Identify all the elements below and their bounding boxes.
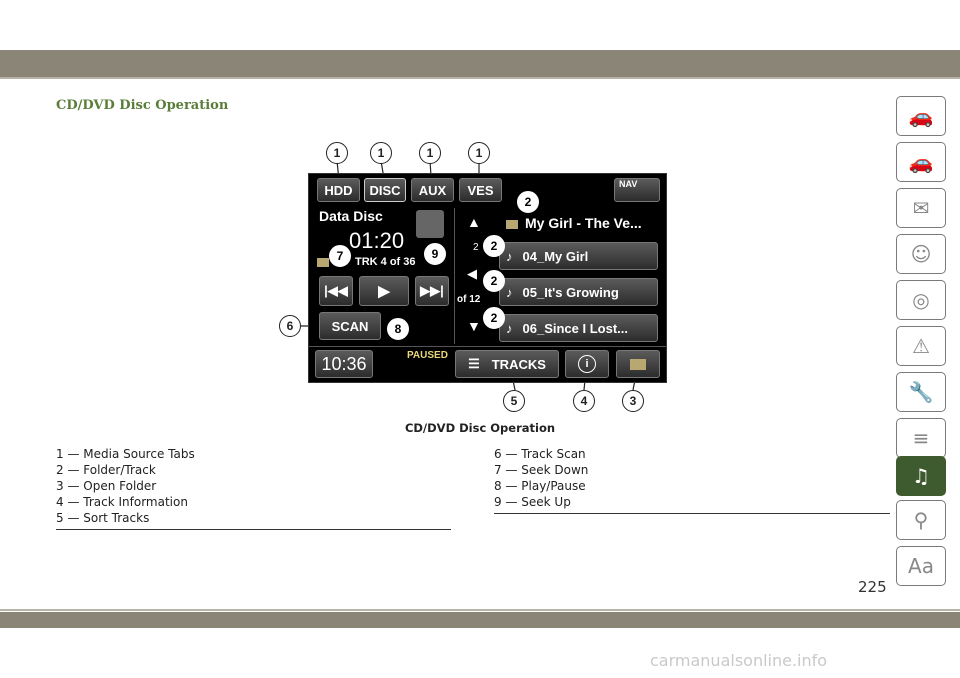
callout-1c: 1 (419, 142, 441, 164)
back-folder-icon[interactable]: ◀ (467, 266, 477, 282)
tracks-button[interactable]: ☰ TRACKS (455, 350, 559, 378)
tab-hdd[interactable]: HDD (317, 178, 360, 202)
callout-4: 4 (573, 390, 595, 412)
callout-1a: 1 (326, 142, 348, 164)
tab-disc[interactable]: DISC (364, 178, 406, 202)
track-name: 05_It's Growing (522, 284, 619, 300)
scroll-down-icon[interactable]: ▼ (467, 318, 481, 334)
legend-item: 3 — Open Folder (56, 479, 157, 493)
callout-2d: 2 (483, 307, 505, 329)
legend-item: 6 — Track Scan (494, 447, 586, 461)
legend-item: 2 — Folder/Track (56, 463, 156, 477)
play-pause-button[interactable]: ▶ (359, 276, 409, 306)
callout-7: 7 (329, 245, 351, 267)
legend-left-rule (56, 529, 451, 530)
play-icon: ▶ (378, 283, 390, 300)
track-name: 04_My Girl (522, 248, 589, 264)
car-info-icon[interactable]: 🚗 (896, 96, 946, 136)
callout-1b: 1 (370, 142, 392, 164)
legend-right: 6 — Track Scan 7 — Seek Down 8 — Play/Pa… (494, 446, 588, 510)
callout-2c: 2 (483, 270, 505, 292)
clock[interactable]: 10:36 (315, 350, 373, 378)
track-info: TRK 4 of 36 (355, 256, 416, 268)
status-label: PAUSED (407, 350, 448, 361)
folder-small-icon (317, 258, 329, 267)
seek-down-icon: |◀◀ (324, 283, 348, 298)
list-icon: ☰ (468, 356, 480, 371)
seek-up-button[interactable]: ▶▶| (415, 276, 449, 306)
tab-aux[interactable]: AUX (411, 178, 454, 202)
music-note-icon: ♪ (506, 284, 513, 300)
legend-right-rule (494, 513, 890, 514)
callout-3: 3 (622, 390, 644, 412)
disc-art-icon (416, 210, 444, 238)
legend-item: 5 — Sort Tracks (56, 511, 150, 525)
search-icon[interactable]: ⚲ (896, 500, 946, 540)
info-icon: i (578, 355, 596, 373)
elapsed-time: 01:20 (349, 228, 405, 253)
emergency-icon[interactable]: ⚠ (896, 326, 946, 366)
open-folder-icon (630, 358, 646, 370)
specs-icon[interactable]: ≡ (896, 418, 946, 458)
legend-item: 4 — Track Information (56, 495, 188, 509)
legend-item: 9 — Seek Up (494, 495, 571, 509)
driving-icon[interactable]: ☺ (896, 234, 946, 274)
open-folder-button[interactable] (616, 350, 660, 378)
seek-down-button[interactable]: |◀◀ (319, 276, 353, 306)
bottom-bar (309, 346, 666, 347)
callout-2b: 2 (483, 235, 505, 257)
music-note-icon: ♪ (506, 248, 513, 264)
callout-1d: 1 (468, 142, 490, 164)
track-name: 06_Since I Lost... (522, 320, 629, 336)
callout-2a: 2 (517, 191, 539, 213)
scroll-up-icon[interactable]: ▲ (467, 214, 481, 230)
footer-band (0, 612, 960, 628)
folder-icon (506, 220, 518, 229)
maintenance-icon[interactable]: 🔧 (896, 372, 946, 412)
warning-lights-icon[interactable]: 🚗 (896, 142, 946, 182)
folder-number: 2 (473, 242, 479, 253)
legend-item: 7 — Seek Down (494, 463, 589, 477)
legend-item: 1 — Media Source Tabs (56, 447, 195, 461)
divider-line (454, 208, 455, 344)
watermark: carmanualsonline.info (650, 651, 828, 670)
callout-5: 5 (503, 390, 525, 412)
info-button[interactable]: i (565, 350, 609, 378)
figure-caption: CD/DVD Disc Operation (404, 421, 556, 435)
multimedia-icon[interactable]: ♫ (896, 456, 946, 496)
airbag-icon[interactable]: ✉ (896, 188, 946, 228)
page-number: 225 (858, 578, 887, 596)
track-row-1[interactable]: ♪ 04_My Girl (499, 242, 658, 270)
of-count: of 12 (457, 294, 481, 305)
nav-label: NAV (619, 179, 638, 189)
footer-band-line (0, 609, 960, 611)
scan-button[interactable]: SCAN (319, 312, 381, 340)
legend-item: 8 — Play/Pause (494, 479, 586, 493)
track-row-2[interactable]: ♪ 05_It's Growing (499, 278, 658, 306)
track-row-3[interactable]: ♪ 06_Since I Lost... (499, 314, 658, 342)
legend-left: 1 — Media Source Tabs 2 — Folder/Track 3… (56, 446, 195, 526)
callout-8: 8 (387, 318, 409, 340)
index-icon[interactable]: Aa (896, 546, 946, 586)
music-note-icon: ♪ (506, 320, 513, 336)
nav-button[interactable]: NAV (614, 178, 660, 202)
source-name: Data Disc (319, 208, 383, 224)
callout-9: 9 (424, 243, 446, 265)
folder-title[interactable]: My Girl - The Ve... (525, 215, 642, 231)
seek-up-icon: ▶▶| (420, 283, 444, 298)
tracks-label: TRACKS (491, 356, 546, 372)
callout-6: 6 (279, 315, 301, 337)
steering-icon[interactable]: ◎ (896, 280, 946, 320)
tab-ves[interactable]: VES (459, 178, 502, 202)
